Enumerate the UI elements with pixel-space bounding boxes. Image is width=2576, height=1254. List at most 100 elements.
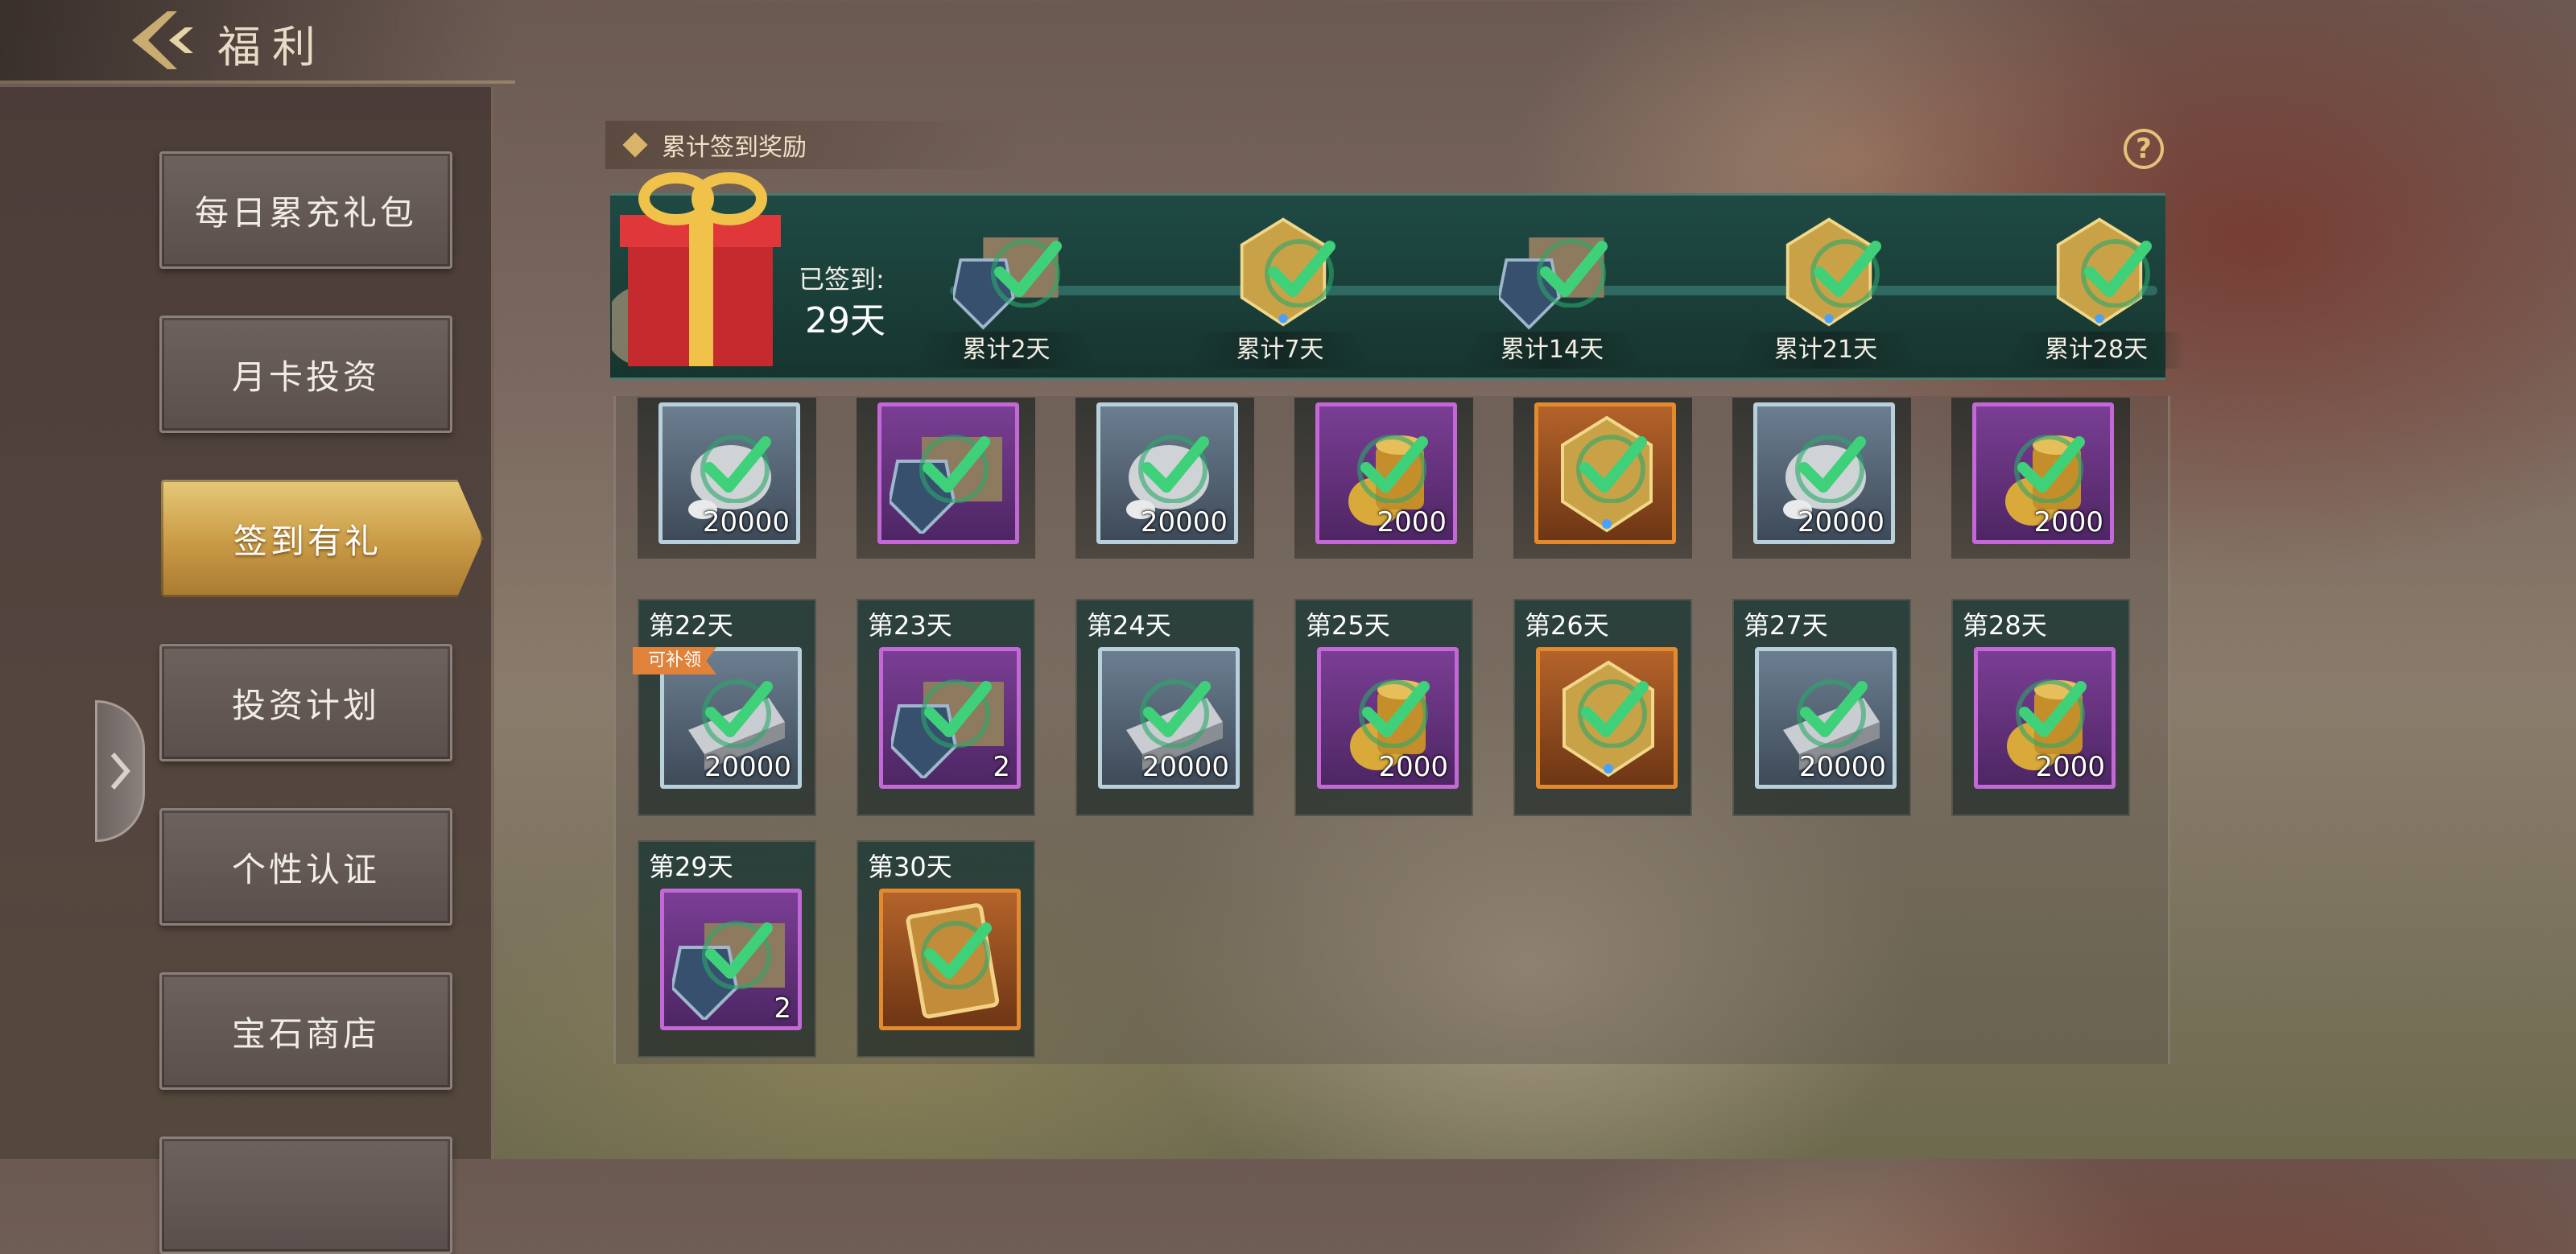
milestone-label: 累计7天 <box>1191 332 1368 369</box>
reward-item <box>1536 647 1678 789</box>
reward-item: 2000 <box>1317 647 1459 789</box>
reward-item: 2000 <box>1972 402 2114 544</box>
reward-quantity: 2 <box>993 751 1010 783</box>
day-label: 第23天 <box>868 610 952 641</box>
check-icon <box>1357 435 1428 503</box>
day-label: 第27天 <box>1744 610 1828 641</box>
day-label: 第28天 <box>1963 610 2047 641</box>
sidebar-item-sign-in[interactable]: 签到有礼 <box>161 480 483 597</box>
reward-item: 20000 <box>1755 647 1897 789</box>
check-icon <box>1140 679 1211 748</box>
reward-cell[interactable] <box>1513 398 1692 559</box>
reward-cell[interactable]: 第26天 <box>1513 599 1692 816</box>
check-icon <box>919 435 990 503</box>
gift-box-icon <box>612 172 781 366</box>
reward-cell[interactable]: 第23天 2 <box>857 599 1035 816</box>
reward-item: 2000 <box>1315 402 1457 544</box>
reward-quantity: 20000 <box>1797 506 1885 538</box>
day-label: 第26天 <box>1525 610 1609 641</box>
reward-item <box>877 402 1019 544</box>
check-icon <box>702 921 773 989</box>
milestone-reward[interactable]: 累计28天 <box>2008 211 2185 372</box>
check-icon <box>1265 239 1335 307</box>
reward-quantity: 20000 <box>1798 751 1886 783</box>
check-icon <box>1578 679 1649 748</box>
check-icon <box>702 679 773 748</box>
check-icon <box>1359 679 1430 748</box>
sidebar-item-label: 每日累充礼包 <box>194 192 417 233</box>
sidebar: 每日累充礼包 月卡投资 签到有礼 投资计划 个性认证 宝石商店 <box>0 87 494 1254</box>
check-icon <box>1537 239 1608 307</box>
milestone-icon <box>1227 211 1340 332</box>
milestone-label: 累计2天 <box>918 332 1095 369</box>
reward-item <box>879 889 1021 1030</box>
makeup-claim-badge: 可补领 <box>633 647 716 674</box>
milestone-reward[interactable]: 累计7天 <box>1191 211 1368 372</box>
check-icon <box>921 679 992 748</box>
chevron-right-icon <box>110 753 130 790</box>
day-label: 第25天 <box>1306 610 1390 641</box>
reward-item <box>1534 402 1676 544</box>
reward-quantity: 2000 <box>1378 751 1448 783</box>
reward-item: 20000 <box>1098 647 1240 789</box>
check-icon <box>921 921 992 989</box>
reward-cell[interactable]: 第25天 2000 <box>1294 599 1473 816</box>
reward-cell[interactable]: 20000 <box>1732 398 1911 559</box>
back-arrow-icon[interactable] <box>121 6 201 74</box>
sidebar-item-label: 个性认证 <box>231 849 380 889</box>
sidebar-item-gem-shop[interactable]: 宝石商店 <box>159 972 452 1090</box>
milestone-reward[interactable]: 累计14天 <box>1463 211 1641 372</box>
reward-cell[interactable]: 第29天 2 <box>638 840 816 1058</box>
check-icon <box>2014 435 2085 503</box>
milestone-reward[interactable]: 累计2天 <box>918 211 1095 372</box>
reward-cell[interactable]: 第27天 20000 <box>1732 599 1911 816</box>
sidebar-item-monthly-card[interactable]: 月卡投资 <box>159 316 452 433</box>
reward-item: 2 <box>879 647 1021 789</box>
page-title: 福利 <box>217 22 327 72</box>
sidebar-item-more[interactable] <box>159 1136 452 1254</box>
reward-cell[interactable]: 20000 <box>638 398 816 559</box>
day-label: 第22天 <box>649 610 733 641</box>
reward-quantity: 2000 <box>2035 751 2105 783</box>
milestone-icon <box>1499 211 1612 332</box>
help-icon[interactable]: ? <box>2124 129 2164 169</box>
reward-cell[interactable]: 2000 <box>1294 398 1473 559</box>
check-icon <box>1810 239 1881 307</box>
reward-item: 2 <box>660 889 802 1030</box>
milestone-icon <box>953 211 1066 332</box>
reward-quantity: 20000 <box>1141 751 1229 783</box>
sidebar-item-label: 月卡投资 <box>231 357 380 397</box>
sidebar-item-investment-plan[interactable]: 投资计划 <box>159 644 452 761</box>
check-icon <box>2081 239 2152 307</box>
diamond-icon <box>622 132 648 158</box>
reward-quantity: 2000 <box>1377 506 1447 538</box>
reward-cell[interactable] <box>857 398 1035 559</box>
check-icon <box>991 239 1062 307</box>
day-label: 第24天 <box>1087 610 1171 641</box>
check-icon <box>1797 679 1868 748</box>
check-icon <box>700 435 771 503</box>
check-icon <box>1576 435 1647 503</box>
reward-cell[interactable]: 2000 <box>1951 398 2130 559</box>
check-icon <box>1138 435 1209 503</box>
signed-days-value: 29天 <box>805 300 886 341</box>
sidebar-item-label: 投资计划 <box>231 685 380 725</box>
reward-item: 2000 <box>1974 647 2116 789</box>
day-label: 第30天 <box>868 852 952 882</box>
reward-item: 20000 <box>658 402 800 544</box>
reward-quantity: 20000 <box>702 506 790 538</box>
sidebar-item-daily-recharge[interactable]: 每日累充礼包 <box>159 151 452 269</box>
day-label: 第29天 <box>649 852 733 882</box>
check-icon <box>2016 679 2087 748</box>
reward-cell[interactable]: 第28天 2000 <box>1951 599 2130 816</box>
reward-cell[interactable]: 第30天 <box>857 840 1035 1058</box>
reward-cell[interactable]: 20000 <box>1075 398 1254 559</box>
milestone-reward[interactable]: 累计21天 <box>1737 211 1914 372</box>
sidebar-item-personal-verify[interactable]: 个性认证 <box>159 808 452 926</box>
milestone-icon <box>2043 211 2156 332</box>
reward-cell[interactable]: 第22天 可补领 20000 <box>633 599 816 816</box>
reward-cell[interactable]: 第24天 20000 <box>1075 599 1254 816</box>
top-bar: 福利 <box>0 0 515 84</box>
reward-quantity: 20000 <box>1140 506 1228 538</box>
sidebar-item-label: 宝石商店 <box>231 1013 380 1054</box>
